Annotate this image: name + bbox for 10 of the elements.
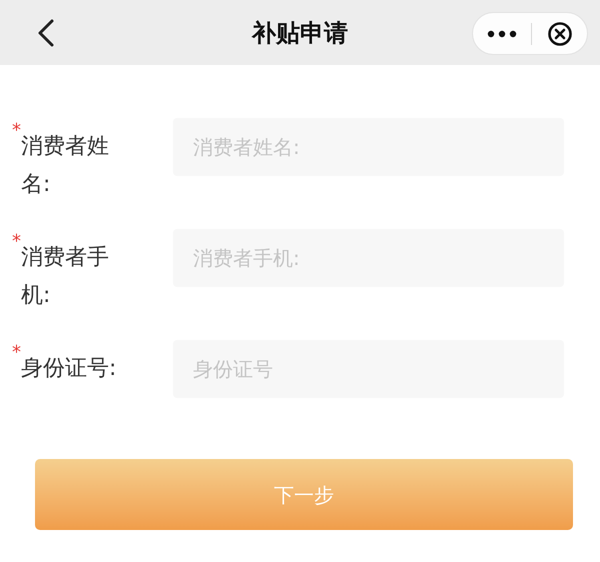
field-label: 身份证号: — [21, 355, 118, 383]
required-mark: * — [11, 230, 21, 251]
field-label: 消费者姓名: — [21, 133, 110, 199]
required-mark: * — [11, 341, 21, 362]
close-icon — [546, 20, 572, 46]
field-label: 消费者手机: — [21, 244, 110, 310]
more-icon — [487, 30, 517, 38]
next-button[interactable]: 下一步 — [35, 459, 573, 530]
page-title: 补贴申请 — [252, 18, 348, 48]
required-mark: * — [11, 119, 21, 140]
